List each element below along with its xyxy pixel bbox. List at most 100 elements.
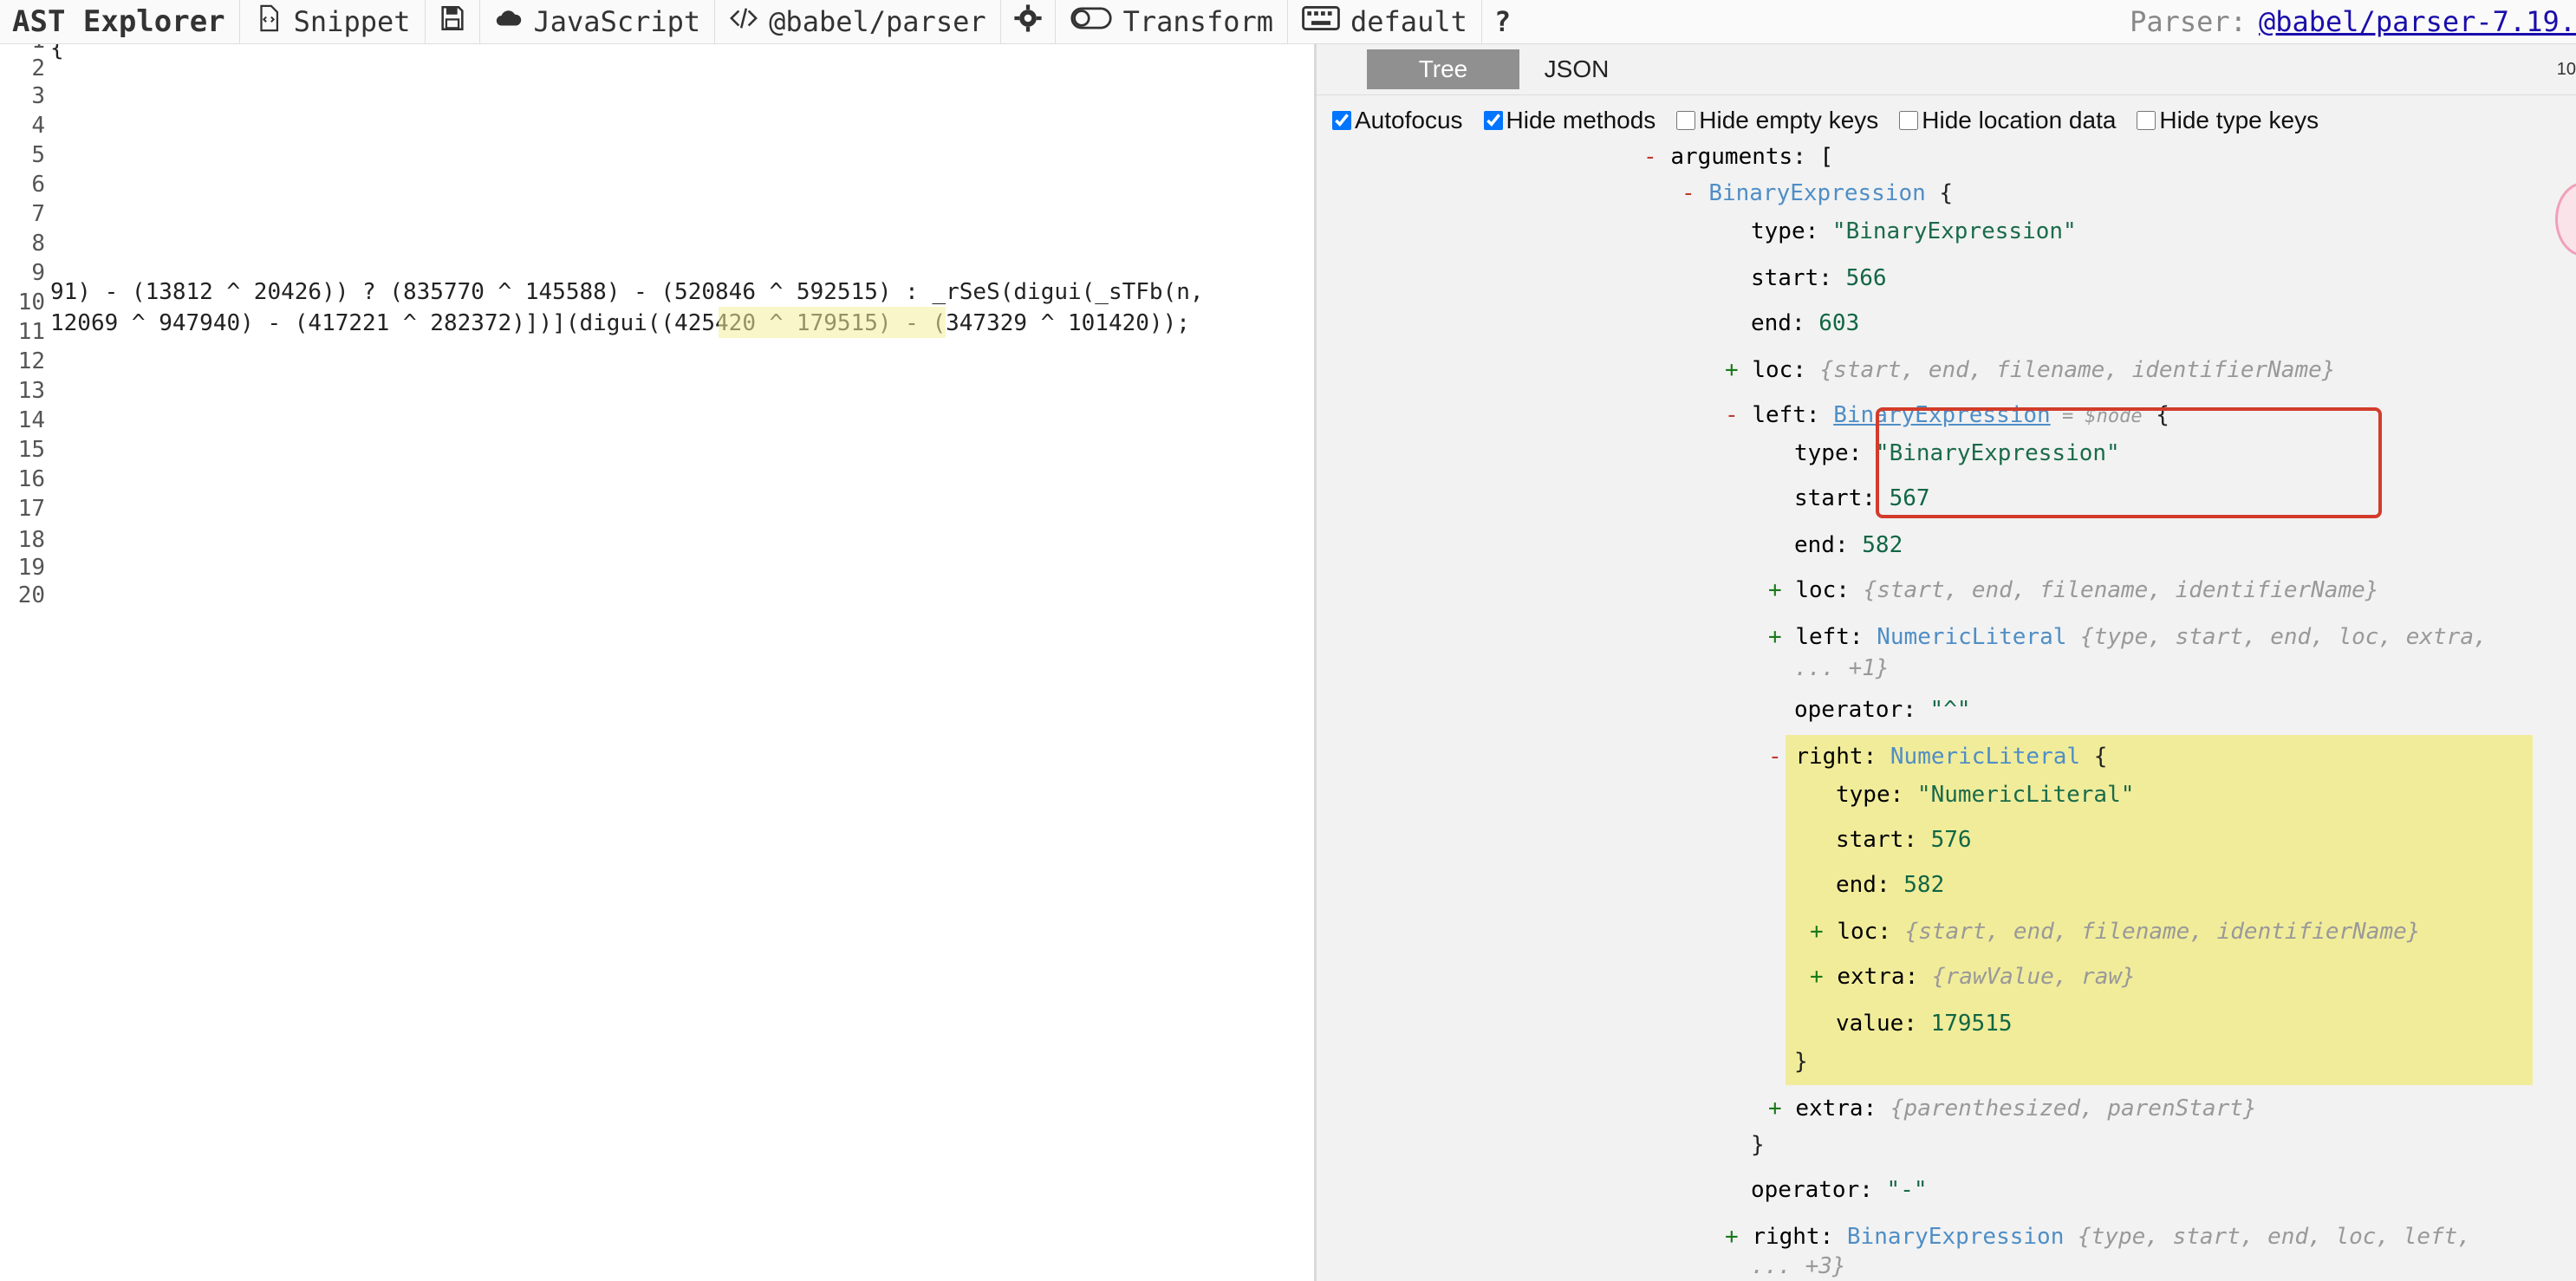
ast-line-loc1[interactable]: + loc: {start, end, filename, identifier… — [1725, 357, 2335, 383]
line-number: 6 — [31, 172, 45, 198]
line-number: 9 — [31, 260, 45, 286]
ast-line-end3: end: 582 — [1836, 872, 1945, 898]
type1-value: "BinaryExpression" — [1831, 218, 2077, 244]
end3-value: 582 — [1903, 872, 1945, 898]
size-note: 10 — [2556, 60, 2576, 79]
code-line-1: { — [50, 44, 64, 62]
ast-line-type1: type: "BinaryExpression" — [1751, 218, 2077, 244]
ast-line-loc3[interactable]: + loc: {start, end, filename, identifier… — [1810, 919, 2420, 945]
parser-info: Parser: @babel/parser-7.19. — [2130, 0, 2576, 43]
code-icon — [729, 3, 758, 40]
autofocus-checkbox[interactable] — [1332, 111, 1351, 130]
line-number: 8 — [31, 231, 45, 257]
right2-summary: {type, start, end, loc, left, — [2078, 1224, 2471, 1250]
start3-value: 576 — [1930, 827, 1972, 853]
code-editor[interactable]: 1234567891011121314151617181920 { 91) - … — [0, 44, 1314, 1281]
ast-line-loc2[interactable]: + loc: {start, end, filename, identifier… — [1768, 577, 2378, 603]
extra2-summary: {parenthesized, parenStart} — [1890, 1096, 2257, 1122]
ast-line-extra2[interactable]: + extra: {parenthesized, parenStart} — [1768, 1096, 2257, 1122]
parser-settings-button[interactable] — [999, 0, 1055, 43]
operator2-value: "-" — [1886, 1177, 1928, 1203]
code-line-20: 12069 ^ 947940) - (417221 ^ 282372)])](d… — [50, 310, 1190, 336]
ast-line-start1: start: 566 — [1751, 265, 1887, 291]
line-number: 2 — [31, 55, 45, 81]
parser-menu[interactable]: @babel/parser — [714, 0, 999, 43]
keyboard-icon — [1302, 3, 1340, 40]
option-autofocus[interactable]: Autofocus — [1332, 107, 1463, 134]
language-label: JavaScript — [533, 5, 701, 38]
line-number: 4 — [31, 113, 45, 139]
right1-type: NumericLiteral — [1890, 744, 2081, 770]
tab-tree[interactable]: Tree — [1367, 49, 1519, 89]
toggle-icon — [1070, 3, 1113, 40]
line-number: 17 — [17, 496, 45, 522]
parser-version-link[interactable]: @babel/parser-7.19. — [2259, 5, 2576, 38]
loc3-summary: {start, end, filename, identifierName} — [1904, 919, 2421, 945]
left2-type: NumericLiteral — [1877, 624, 2067, 650]
hide-methods-label: Hide methods — [1506, 107, 1656, 133]
ast-line-right1[interactable]: - right: NumericLiteral { — [1768, 744, 2107, 770]
option-hide-location-data[interactable]: Hide location data — [1899, 107, 2116, 134]
hide-location-data-label: Hide location data — [1922, 107, 2117, 133]
line-number: 5 — [31, 142, 45, 168]
option-hide-methods[interactable]: Hide methods — [1483, 107, 1656, 134]
ast-line-operator1: operator: "^" — [1794, 697, 1971, 723]
tree-options: Autofocus Hide methods Hide empty keys H… — [1332, 107, 2319, 134]
option-hide-empty-keys[interactable]: Hide empty keys — [1676, 107, 1878, 134]
parser-label: @babel/parser — [769, 5, 986, 38]
type3-value: "NumericLiteral" — [1916, 782, 2135, 808]
line-number: 20 — [17, 582, 45, 608]
save-button[interactable] — [424, 0, 479, 43]
help-label: ? — [1493, 5, 1512, 38]
ast-line-right2[interactable]: + right: BinaryExpression {type, start, … — [1725, 1224, 2471, 1250]
ast-line-binexp[interactable]: - BinaryExpression { — [1682, 180, 1953, 206]
line-number: 13 — [17, 378, 45, 404]
ast-line-left2-more: ... +1} — [1794, 655, 1890, 681]
code-line-18: 91) - (13812 ^ 20426)) ? (835770 ^ 14558… — [50, 279, 1204, 305]
tab-json[interactable]: JSON — [1525, 49, 1629, 89]
save-icon — [438, 3, 467, 40]
start1-value: 566 — [1845, 265, 1887, 291]
ast-line-operator2: operator: "-" — [1751, 1177, 1928, 1203]
line-number: 18 — [17, 527, 45, 553]
language-menu[interactable]: JavaScript — [478, 0, 715, 43]
ast-line-end1: end: 603 — [1751, 310, 1860, 336]
operator1-value: "^" — [1929, 697, 1971, 723]
hide-type-keys-checkbox[interactable] — [2137, 111, 2156, 130]
code-line-18-text: 91) - (13812 ^ 20426)) ? (835770 ^ 14558… — [50, 279, 1204, 305]
binexp1-text: BinaryExpression — [1708, 180, 1926, 206]
help-button[interactable]: ? — [1480, 0, 1523, 43]
ast-line-close-left: } — [1751, 1132, 1765, 1158]
annotation-red-box — [1876, 407, 2382, 518]
parser-info-label: Parser: — [2130, 5, 2247, 38]
hide-type-keys-label: Hide type keys — [2159, 107, 2319, 133]
hide-location-data-checkbox[interactable] — [1899, 111, 1919, 130]
line-number: 16 — [17, 466, 45, 492]
line-number: 1 — [0, 44, 45, 54]
transform-toggle[interactable]: Transform — [1054, 0, 1287, 43]
toolbar: AST Explorer Snippet JavaScript @babel/p… — [0, 0, 2576, 44]
line-number: 19 — [17, 555, 45, 581]
transform-label: Transform — [1122, 5, 1273, 38]
keymap-menu[interactable]: default — [1287, 0, 1481, 43]
line-number: 7 — [31, 201, 45, 227]
ast-line-arguments[interactable]: - arguments: [ — [1643, 144, 1833, 170]
selection-highlight — [719, 307, 946, 338]
ast-line-start3: start: 576 — [1836, 827, 1972, 853]
line-number: 14 — [17, 407, 45, 433]
loc2-summary: {start, end, filename, identifierName} — [1863, 577, 2379, 603]
autofocus-label: Autofocus — [1355, 107, 1463, 133]
right2-more: ... +3} — [1751, 1253, 1846, 1279]
extra3-summary: {rawValue, raw} — [1931, 964, 2136, 990]
ast-line-close-right1: } — [1794, 1049, 1808, 1075]
hide-methods-checkbox[interactable] — [1483, 111, 1503, 130]
ast-line-extra3[interactable]: + extra: {rawValue, raw} — [1810, 964, 2136, 990]
line-number: 12 — [17, 348, 45, 374]
loc1-summary: {start, end, filename, identifierName} — [1819, 357, 2336, 383]
snippet-menu[interactable]: Snippet — [238, 0, 425, 43]
option-hide-type-keys[interactable]: Hide type keys — [2137, 107, 2319, 134]
ast-line-left2[interactable]: + left: NumericLiteral {type, start, end… — [1768, 624, 2488, 650]
ast-line-end2: end: 582 — [1794, 532, 1903, 558]
hide-empty-keys-checkbox[interactable] — [1676, 111, 1696, 130]
end2-value: 582 — [1862, 532, 1903, 558]
